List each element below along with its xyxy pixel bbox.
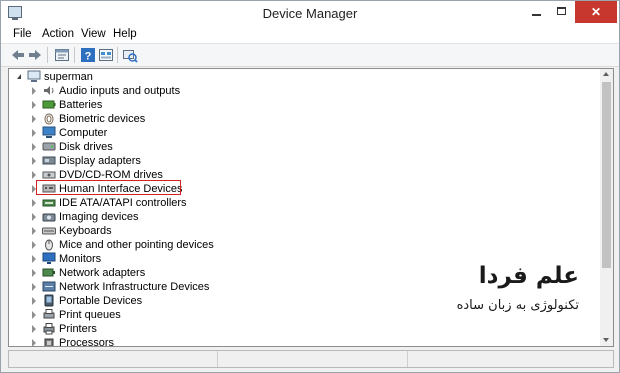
- tree-node-label: Print queues: [59, 309, 121, 321]
- tree-node-label: Processors: [59, 337, 115, 347]
- back-arrow-icon[interactable]: [10, 47, 26, 63]
- display-adapter-icon: [42, 156, 56, 165]
- expand-arrow-icon[interactable]: [32, 269, 36, 277]
- monitor-icon: [42, 252, 56, 264]
- expand-arrow-icon[interactable]: [32, 87, 36, 95]
- printer-icon: [43, 323, 55, 335]
- scan-hardware-icon[interactable]: [122, 47, 138, 63]
- battery-icon: [42, 100, 56, 109]
- expand-arrow-icon[interactable]: [32, 213, 36, 221]
- tree-node-label: Display adapters: [59, 155, 141, 167]
- maximize-icon: [557, 7, 566, 15]
- expand-arrow-icon[interactable]: [32, 157, 36, 165]
- keyboard-icon: [42, 227, 56, 235]
- expand-arrow-icon[interactable]: [32, 241, 36, 249]
- fingerprint-icon: [44, 113, 54, 125]
- tree-node-label: Monitors: [59, 253, 102, 265]
- expand-arrow-icon[interactable]: [32, 283, 36, 291]
- tree-node-label: Biometric devices: [59, 113, 146, 125]
- toolbar-separator: [74, 47, 75, 63]
- expand-arrow-icon[interactable]: [32, 297, 36, 305]
- scroll-down-arrow-icon[interactable]: [603, 338, 609, 342]
- menu-view[interactable]: View: [81, 28, 106, 40]
- tree-node-label: Network Infrastructure Devices: [59, 281, 210, 293]
- tree-node-label: Disk drives: [59, 141, 113, 153]
- status-bar: [8, 350, 614, 368]
- minimize-button[interactable]: [523, 1, 549, 23]
- mouse-icon: [45, 239, 53, 251]
- expand-arrow-icon[interactable]: [32, 255, 36, 263]
- disk-drive-icon: [42, 142, 56, 151]
- tree-node-label: Imaging devices: [59, 211, 139, 223]
- properties-icon[interactable]: [54, 47, 70, 63]
- network-infrastructure-icon: [42, 281, 56, 292]
- expand-arrow-icon[interactable]: [32, 339, 36, 346]
- scrollbar-thumb[interactable]: [602, 82, 611, 268]
- tree-node-label: Batteries: [59, 99, 103, 111]
- status-cell: [407, 351, 614, 367]
- title-bar[interactable]: Device Manager ✕: [1, 1, 619, 25]
- maximize-button[interactable]: [549, 1, 575, 23]
- menu-file[interactable]: File: [13, 28, 32, 40]
- svg-text:?: ?: [85, 51, 92, 63]
- print-queue-icon: [43, 309, 55, 319]
- help-icon[interactable]: ?: [80, 47, 96, 63]
- tree-node-label: IDE ATA/ATAPI controllers: [59, 197, 187, 209]
- tree-node-label: Audio inputs and outputs: [59, 85, 181, 97]
- expand-arrow-icon[interactable]: [32, 101, 36, 109]
- collapse-arrow-icon[interactable]: [17, 74, 21, 79]
- watermark-title: علم فردا: [478, 263, 579, 289]
- speaker-icon: [44, 86, 54, 95]
- toolbar-separator: [47, 47, 48, 63]
- menu-bar: File Action View Help: [1, 25, 619, 43]
- expand-arrow-icon[interactable]: [32, 227, 36, 235]
- tree-node-label: Keyboards: [59, 225, 112, 237]
- portable-device-icon: [44, 294, 54, 307]
- tree-node-label: Mice and other pointing devices: [59, 239, 214, 251]
- tree-node-label: Network adapters: [59, 267, 146, 279]
- menu-help[interactable]: Help: [113, 28, 137, 40]
- status-cell: [217, 351, 408, 367]
- highlight-box: [36, 180, 181, 195]
- expand-arrow-icon[interactable]: [32, 115, 36, 123]
- camera-icon: [42, 213, 56, 222]
- processor-icon: [44, 338, 54, 346]
- watermark-subtitle: تکنولوژی به زبان ساده: [456, 298, 579, 313]
- computer-root-icon: [27, 70, 41, 82]
- tree-node-label: Printers: [59, 323, 97, 335]
- tree-root-label: superman: [44, 71, 93, 83]
- expand-arrow-icon[interactable]: [32, 311, 36, 319]
- tree-node-label: Portable Devices: [59, 295, 143, 307]
- close-button[interactable]: ✕: [575, 1, 617, 23]
- device-manager-window: Device Manager ✕ File Action View Help ?: [0, 0, 620, 373]
- menu-action[interactable]: Action: [42, 28, 74, 40]
- expand-arrow-icon[interactable]: [32, 143, 36, 151]
- expand-arrow-icon[interactable]: [32, 325, 36, 333]
- toolbar-separator: [117, 47, 118, 63]
- computer-icon: [42, 126, 56, 138]
- expand-arrow-icon[interactable]: [32, 199, 36, 207]
- expand-arrow-icon[interactable]: [32, 129, 36, 137]
- network-adapter-icon: [42, 268, 55, 277]
- expand-arrow-icon[interactable]: [32, 171, 36, 179]
- scroll-up-arrow-icon[interactable]: [603, 72, 609, 76]
- minimize-icon: [532, 14, 541, 16]
- toolbar: ?: [1, 43, 619, 67]
- device-view-icon[interactable]: [98, 47, 114, 63]
- ide-controller-icon: [42, 199, 56, 207]
- tree-node-label: Computer: [59, 127, 108, 139]
- forward-arrow-icon[interactable]: [27, 47, 43, 63]
